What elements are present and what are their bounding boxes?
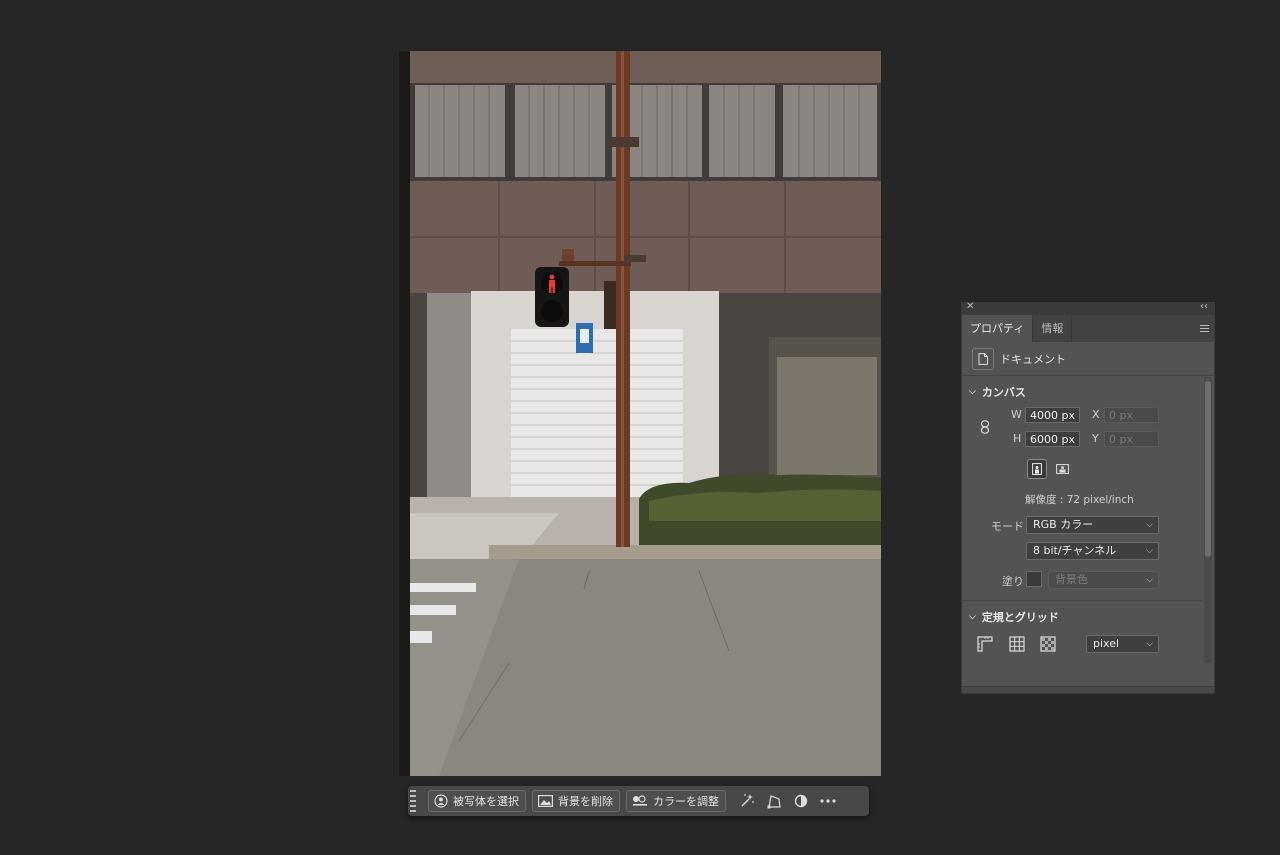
x-field[interactable]: 0 px [1104, 407, 1159, 423]
adjust-color-button[interactable]: カラーを調整 [626, 790, 726, 812]
chevron-down-icon: ⌵ [1146, 546, 1153, 556]
color-mode-select[interactable]: RGB カラー ⌵ [1026, 516, 1159, 534]
tab-info[interactable]: 情報 [1033, 315, 1073, 342]
y-label: Y [1092, 432, 1099, 445]
fill-select[interactable]: 背景色 ⌵ [1048, 571, 1159, 589]
image-icon [538, 795, 553, 807]
link-dimensions-icon[interactable] [980, 419, 990, 438]
properties-panel: ✕ ‹‹ プロパティ 情報 ドキュメント ⌵ カンバス W 4000 px X … [961, 301, 1215, 694]
bit-depth-select[interactable]: 8 bit/チャンネル ⌵ [1026, 542, 1159, 560]
ruler-icon[interactable] [977, 636, 993, 656]
contextual-task-bar: 被写体を選択 背景を削除 カラーを調整 [408, 786, 869, 816]
fill-color-swatch[interactable] [1026, 571, 1042, 587]
transform-icon[interactable] [762, 790, 786, 812]
color-adjust-icon [633, 795, 647, 806]
color-mode-value: RGB カラー [1033, 518, 1094, 531]
tab-properties[interactable]: プロパティ [962, 315, 1034, 342]
ruler-unit-value: pixel [1093, 637, 1120, 650]
chevron-down-icon: ⌵ [1146, 639, 1153, 649]
document-label: ドキュメント [1000, 352, 1066, 366]
height-field[interactable]: 6000 px [1025, 431, 1080, 447]
remove-background-label: 背景を削除 [558, 795, 613, 808]
rulers-grid-section-title: 定規とグリッド [981, 611, 1059, 624]
canvas-section-header[interactable]: ⌵ カンバス [969, 384, 1026, 400]
landscape-orientation-button[interactable] [1052, 459, 1072, 479]
chevron-down-icon: ⌵ [969, 387, 976, 397]
person-icon [434, 794, 448, 808]
document-canvas-photo[interactable] [399, 51, 881, 776]
chevron-down-icon: ⌵ [1146, 575, 1153, 585]
rulers-grid-section-header[interactable]: ⌵ 定規とグリッド [969, 609, 1059, 625]
mode-label: モード [991, 520, 1024, 533]
section-divider [962, 600, 1202, 601]
panel-menu-icon[interactable] [1200, 325, 1209, 334]
grip-handle-icon[interactable] [410, 790, 416, 812]
ruler-unit-select[interactable]: pixel ⌵ [1086, 635, 1159, 653]
panel-title-bar: ✕ ‹‹ [962, 301, 1214, 315]
street-photo-image [399, 51, 881, 776]
fill-value: 背景色 [1055, 573, 1088, 586]
bit-depth-value: 8 bit/チャンネル [1033, 544, 1117, 557]
panel-bottom-strip [962, 686, 1214, 693]
y-field[interactable]: 0 px [1104, 431, 1159, 447]
more-icon[interactable] [816, 790, 840, 812]
pixel-grid-icon[interactable] [1040, 636, 1056, 656]
adjust-color-label: カラーを調整 [653, 795, 719, 808]
x-label: X [1092, 408, 1100, 421]
document-row: ドキュメント [962, 342, 1214, 376]
landscape-icon [1055, 464, 1069, 474]
grid-icon[interactable] [1009, 636, 1025, 656]
chevron-down-icon: ⌵ [1146, 520, 1153, 530]
resolution-text: 解像度 : 72 pixel/inch [1025, 494, 1134, 506]
select-subject-button[interactable]: 被写体を選択 [428, 790, 526, 812]
adjustment-circle-icon[interactable] [789, 790, 813, 812]
fill-label: 塗り [1002, 575, 1024, 588]
magic-wand-icon[interactable] [735, 790, 759, 812]
height-label: H [1013, 432, 1022, 445]
panel-tabs: プロパティ 情報 [962, 315, 1214, 342]
collapse-panel-icon[interactable]: ‹‹ [1200, 301, 1208, 312]
canvas-section-title: カンバス [981, 386, 1026, 399]
close-panel-icon[interactable]: ✕ [966, 301, 974, 312]
panel-scrollbar-thumb[interactable] [1205, 381, 1211, 557]
portrait-icon [1032, 463, 1042, 475]
width-field[interactable]: 4000 px [1025, 407, 1080, 423]
select-subject-label: 被写体を選択 [453, 795, 519, 808]
chevron-down-icon: ⌵ [969, 612, 976, 622]
document-icon [972, 347, 994, 370]
width-label: W [1011, 408, 1022, 421]
portrait-orientation-button[interactable] [1027, 459, 1047, 479]
remove-background-button[interactable]: 背景を削除 [532, 790, 620, 812]
